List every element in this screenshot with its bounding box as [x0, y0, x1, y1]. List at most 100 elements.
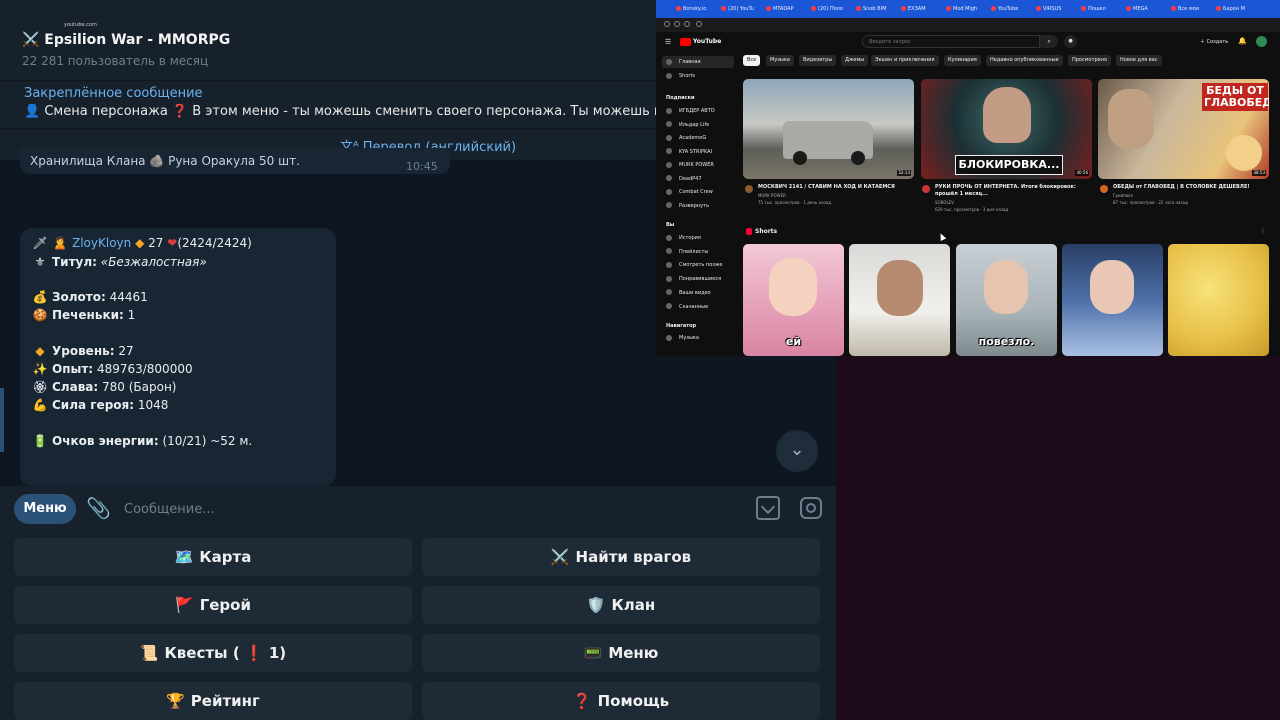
- category-chip[interactable]: Джемы: [841, 55, 869, 66]
- short-caption: повезло.: [978, 335, 1035, 348]
- sidebar-item[interactable]: MURK POWER: [666, 161, 736, 169]
- video-channel[interactable]: SOBOLEV: [935, 200, 1095, 206]
- short-card[interactable]: [849, 244, 950, 356]
- sidebar-item[interactable]: Shorts: [666, 72, 736, 80]
- scroll-down-button[interactable]: ⌄: [776, 430, 818, 472]
- menu-keyboard-button[interactable]: 📟 Меню: [422, 634, 820, 672]
- back-icon[interactable]: [664, 21, 670, 27]
- microphone-icon[interactable]: ●: [1064, 35, 1077, 48]
- hp-value: (2424/2424): [177, 236, 252, 250]
- video-title[interactable]: ОБЕДЫ от ГЛАВОБЕД | В СТОЛОВКЕ ДЕШЕВЛЕ!: [1113, 184, 1271, 191]
- video-thumbnail[interactable]: БЕДЫ ОТ ГЛАВОБЕД 38:53: [1098, 79, 1269, 179]
- browser-tab[interactable]: VIRSUS: [1036, 3, 1078, 16]
- sidebar-item[interactable]: KYA STRIPKAI: [666, 148, 736, 156]
- forward-icon[interactable]: [674, 21, 680, 27]
- category-chip[interactable]: Новое для вас: [1116, 55, 1162, 66]
- bell-icon[interactable]: 🔔: [1238, 37, 1247, 45]
- create-label: Создать: [1206, 39, 1229, 45]
- browser-tab[interactable]: (20) YouTu: [721, 3, 763, 16]
- help-button[interactable]: ❓ Помощь: [422, 682, 820, 720]
- sidebar-item[interactable]: Развернуть: [666, 202, 736, 210]
- channel-avatar[interactable]: [1100, 185, 1108, 193]
- short-card[interactable]: повезло.: [956, 244, 1057, 356]
- player-name-link[interactable]: ZloyKloyn: [72, 236, 131, 250]
- map-button[interactable]: 🗺️ Карта: [14, 538, 412, 576]
- bot-menu-button[interactable]: Меню: [14, 494, 76, 524]
- video-title[interactable]: РУКИ ПРОЧЬ ОТ ИНТЕРНЕТА. Итоги блокирово…: [935, 184, 1093, 198]
- sidebar-item-label: История: [679, 235, 701, 241]
- sidebar-item[interactable]: Combat Crew: [666, 188, 736, 196]
- browser-tab[interactable]: (20) Поло: [811, 3, 853, 16]
- create-button[interactable]: ＋ Создать: [1200, 37, 1228, 47]
- browser-tab[interactable]: Пошел: [1081, 3, 1123, 16]
- clan-button[interactable]: 🛡️ Клан: [422, 586, 820, 624]
- more-options-icon[interactable]: ⋮: [1260, 228, 1266, 235]
- hero-button[interactable]: 🚩 Герой: [14, 586, 412, 624]
- sidebar-item[interactable]: Ильдар Life: [666, 121, 736, 129]
- camera-icon[interactable]: [800, 497, 822, 519]
- sidebar-item[interactable]: Главная: [666, 58, 736, 66]
- car-wheel: [793, 151, 807, 165]
- sidebar-item[interactable]: История: [666, 234, 736, 242]
- address-bar[interactable]: youtube.com: [64, 20, 97, 30]
- browser-tab[interactable]: Mod Migh: [946, 3, 988, 16]
- video-thumbnail[interactable]: БЛОКИРОВКА... 40:56: [921, 79, 1092, 179]
- sidebar-item[interactable]: Плейлисты: [666, 248, 736, 256]
- browser-tab[interactable]: Snob BIM: [856, 3, 898, 16]
- channel-avatar[interactable]: [922, 185, 930, 193]
- youtube-search-input[interactable]: [862, 35, 1040, 48]
- sidebar-item-label: Смотреть позже: [679, 262, 723, 269]
- video-channel[interactable]: Грейпвол: [1113, 193, 1273, 199]
- browser-tab[interactable]: YouTube: [991, 3, 1033, 16]
- video-channel[interactable]: MURK POWER: [758, 193, 918, 199]
- channel-avatar[interactable]: [745, 185, 753, 193]
- rating-button[interactable]: 🏆 Рейтинг: [14, 682, 412, 720]
- quests-button[interactable]: 📜 Квесты ( ❗ 1): [14, 634, 412, 672]
- youtube-logo-text: YouTube: [693, 38, 722, 45]
- short-card[interactable]: ей: [743, 244, 844, 356]
- browser-tab[interactable]: Барон М: [1216, 3, 1258, 16]
- hamburger-menu-icon[interactable]: ☰: [665, 38, 671, 46]
- category-chip[interactable]: Кулинария: [944, 55, 981, 66]
- paperclip-icon[interactable]: 📎: [86, 496, 111, 522]
- category-chip[interactable]: Все: [743, 55, 761, 66]
- gold-line: 💰 Золото: 44461: [32, 290, 148, 304]
- pinned-title[interactable]: Закреплённое сообщение: [24, 86, 203, 101]
- category-chip[interactable]: Экшен и приключения: [871, 55, 939, 66]
- sidebar-section-header[interactable]: Вы: [666, 221, 736, 229]
- keyboard-toggle-icon[interactable]: [756, 496, 780, 520]
- sidebar-item[interactable]: DeadP47: [666, 175, 736, 183]
- sidebar-item[interactable]: Музыка: [666, 334, 736, 342]
- category-chip[interactable]: Видеоигры: [799, 55, 837, 66]
- category-chip[interactable]: Просмотрено: [1068, 55, 1112, 66]
- sidebar-item[interactable]: ИГБДЕР АВТО: [666, 107, 736, 115]
- short-card[interactable]: [1168, 244, 1269, 356]
- sidebar-item[interactable]: Понравившиеся: [666, 275, 736, 283]
- browser-tab[interactable]: Все мои: [1171, 3, 1213, 16]
- chat-title[interactable]: ⚔️ Epsilion War - MMORPG: [22, 32, 230, 48]
- search-icon[interactable]: ⌕: [1040, 35, 1058, 48]
- video-thumbnail[interactable]: 52:13: [743, 79, 914, 179]
- video-title[interactable]: МОСКВИЧ 2141 / СТАВИМ НА ХОД И КАТАЕМСЯ: [758, 184, 916, 191]
- sidebar-item[interactable]: Скачанные: [666, 303, 736, 311]
- category-chip[interactable]: Музыка: [766, 55, 794, 66]
- sidebar-section-header[interactable]: Навигатор: [666, 322, 736, 330]
- pinned-text[interactable]: 👤 Смена персонажа ❓ В этом меню - ты мож…: [24, 104, 664, 119]
- sidebar-section-header[interactable]: Подписки: [666, 94, 736, 102]
- find-enemies-label: Найти врагов: [575, 548, 692, 566]
- youtube-logo[interactable]: YouTube: [680, 37, 721, 47]
- account-avatar[interactable]: [1256, 36, 1267, 47]
- browser-tab[interactable]: MEGA: [1126, 3, 1168, 16]
- find-enemies-button[interactable]: ⚔️ Найти врагов: [422, 538, 820, 576]
- home-icon[interactable]: [696, 21, 702, 27]
- reload-icon[interactable]: [684, 21, 690, 27]
- browser-tab[interactable]: Bonsky.io: [676, 3, 718, 16]
- sidebar-item[interactable]: AcademeG: [666, 134, 736, 142]
- sidebar-item[interactable]: Смотреть позже: [666, 261, 736, 269]
- browser-tab[interactable]: MTADAP: [766, 3, 808, 16]
- category-chip[interactable]: Недавно опубликованные: [986, 55, 1063, 66]
- browser-tab[interactable]: ЕХЗАМ: [901, 3, 943, 16]
- sidebar-item[interactable]: Ваши видео: [666, 289, 736, 297]
- message-input[interactable]: [124, 498, 724, 520]
- short-card[interactable]: [1062, 244, 1163, 356]
